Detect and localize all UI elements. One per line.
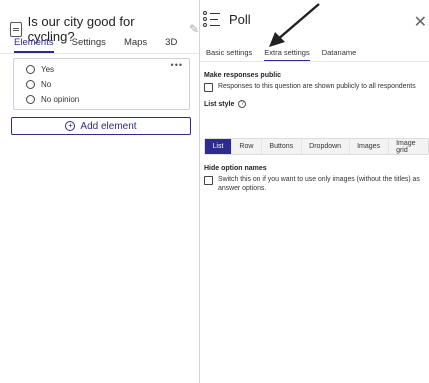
checkbox[interactable] xyxy=(204,83,213,92)
radio-icon[interactable] xyxy=(26,95,35,104)
list-style-option-image-grid[interactable]: Image grid xyxy=(388,139,428,154)
option-yes[interactable]: Yes xyxy=(26,65,54,74)
tabs-divider xyxy=(200,61,429,62)
option-no[interactable]: No xyxy=(26,80,51,89)
survey-editor-panel: Is our city good for cycling? ✎ Elements… xyxy=(0,0,199,383)
poll-icon xyxy=(203,10,221,28)
checkbox-label: Responses to this question are shown pub… xyxy=(218,83,416,90)
edit-pencil-icon[interactable]: ✎ xyxy=(189,22,199,36)
radio-icon[interactable] xyxy=(26,80,35,89)
list-style-label: List style xyxy=(204,100,235,108)
tab-maps[interactable]: Maps xyxy=(124,37,147,53)
list-style-option-buttons[interactable]: Buttons xyxy=(261,139,302,154)
tab-dataname[interactable]: Dataname xyxy=(322,48,357,62)
poll-settings-panel: Poll ✕ Basic settings Extra settings Dat… xyxy=(200,0,429,383)
editor-tabs: Elements Settings Maps 3D xyxy=(14,37,177,53)
radio-icon[interactable] xyxy=(26,65,35,74)
option-label: Yes xyxy=(41,65,55,74)
option-label: No xyxy=(41,80,52,89)
hide-option-names-checkbox-row[interactable]: Switch this on if you want to use only i… xyxy=(204,176,429,193)
list-style-option-row[interactable]: Row xyxy=(231,139,262,154)
section-title-list-style: List style? xyxy=(204,100,247,108)
public-responses-checkbox-row[interactable]: Responses to this question are shown pub… xyxy=(204,83,429,92)
checkbox-label: Switch this on if you want to use only i… xyxy=(218,176,420,192)
tab-extra-settings[interactable]: Extra settings xyxy=(264,48,310,62)
help-icon[interactable]: ? xyxy=(238,100,247,108)
tab-basic-settings[interactable]: Basic settings xyxy=(206,48,252,62)
option-no-opinion[interactable]: No opinion xyxy=(26,95,79,104)
checkbox[interactable] xyxy=(204,176,213,185)
panel-header: Poll xyxy=(203,10,251,28)
tab-elements[interactable]: Elements xyxy=(14,37,54,53)
document-icon xyxy=(10,21,22,37)
list-style-option-dropdown[interactable]: Dropdown xyxy=(301,139,350,154)
list-style-segmented-control: List Row Buttons Dropdown Images Image g… xyxy=(204,138,429,155)
list-style-option-list[interactable]: List xyxy=(205,139,232,154)
tabs-divider xyxy=(0,53,199,54)
close-icon[interactable]: ✕ xyxy=(414,12,427,32)
more-options-icon[interactable]: ••• xyxy=(171,60,183,70)
annotation-arrow-icon xyxy=(269,3,320,47)
section-title-hide-names: Hide option names xyxy=(204,165,267,172)
add-element-button[interactable]: + Add element xyxy=(11,117,191,135)
option-label: No opinion xyxy=(41,95,80,104)
tab-settings[interactable]: Settings xyxy=(72,37,106,53)
settings-tabs: Basic settings Extra settings Dataname xyxy=(206,48,356,62)
tab-3d[interactable]: 3D xyxy=(165,37,177,53)
panel-title: Poll xyxy=(229,11,251,27)
add-element-label: Add element xyxy=(80,120,137,132)
section-title-public: Make responses public xyxy=(204,72,282,79)
list-style-option-images[interactable]: Images xyxy=(349,139,389,154)
poll-question-card[interactable]: ••• Yes No No opinion xyxy=(13,58,190,110)
plus-circle-icon: + xyxy=(65,121,76,131)
